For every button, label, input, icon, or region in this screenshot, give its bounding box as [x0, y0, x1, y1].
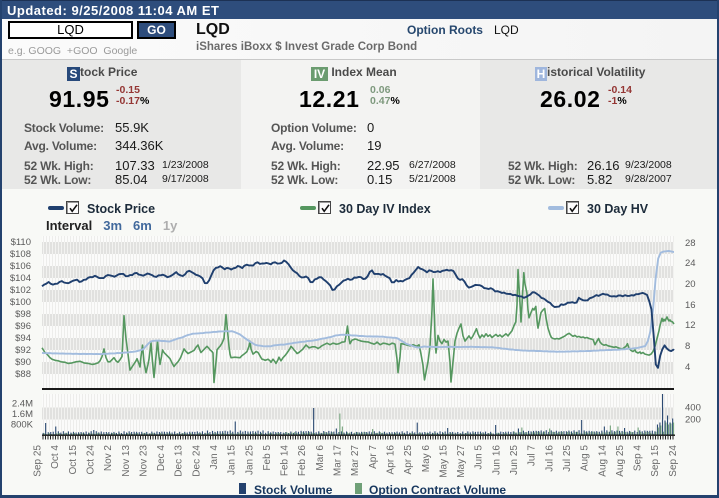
svg-text:2.4M: 2.4M	[12, 399, 33, 410]
svg-text:24: 24	[685, 258, 696, 269]
svg-text:$90: $90	[15, 357, 31, 368]
svg-text:$102: $102	[10, 285, 31, 296]
svg-text:Nov 13: Nov 13	[121, 445, 132, 477]
svg-text:12: 12	[685, 320, 696, 331]
svg-text:$88: $88	[15, 369, 31, 380]
svg-text:Apr 25: Apr 25	[403, 445, 414, 475]
svg-text:Nov 2: Nov 2	[103, 445, 114, 472]
svg-text:4: 4	[685, 362, 690, 373]
svg-text:1.6M: 1.6M	[12, 409, 33, 420]
svg-text:$106: $106	[10, 261, 31, 272]
svg-text:16: 16	[685, 300, 696, 311]
svg-text:$94: $94	[15, 333, 31, 344]
svg-text:Mar 17: Mar 17	[333, 445, 344, 477]
svg-text:Aug 25: Aug 25	[615, 445, 626, 477]
svg-text:Jan 15: Jan 15	[227, 445, 238, 475]
svg-text:$100: $100	[10, 297, 31, 308]
svg-text:Jul 16: Jul 16	[544, 445, 555, 472]
svg-text:Apr 16: Apr 16	[386, 445, 397, 475]
svg-text:Feb 5: Feb 5	[262, 445, 273, 471]
svg-text:$108: $108	[10, 249, 31, 260]
svg-text:Sep 4: Sep 4	[633, 445, 644, 472]
svg-text:Dec 24: Dec 24	[191, 445, 202, 477]
svg-text:Oct 15: Oct 15	[68, 445, 79, 475]
svg-text:Sep 15: Sep 15	[650, 445, 661, 477]
svg-text:200: 200	[685, 415, 701, 426]
svg-text:Dec 13: Dec 13	[174, 445, 185, 477]
svg-text:$96: $96	[15, 321, 31, 332]
svg-text:Dec 4: Dec 4	[156, 445, 167, 472]
svg-text:Jun 5: Jun 5	[474, 445, 485, 470]
svg-text:800K: 800K	[11, 420, 34, 431]
svg-text:8: 8	[685, 341, 690, 352]
svg-text:Jan 25: Jan 25	[244, 445, 255, 475]
svg-text:Jul 25: Jul 25	[562, 445, 573, 472]
svg-text:Nov 23: Nov 23	[138, 445, 149, 477]
svg-text:Aug 5: Aug 5	[580, 445, 591, 472]
svg-text:28: 28	[685, 238, 696, 249]
svg-text:May 6: May 6	[421, 445, 432, 473]
svg-text:Jul 7: Jul 7	[527, 445, 538, 467]
svg-text:Sep 25: Sep 25	[33, 445, 44, 477]
svg-text:Mar 6: Mar 6	[315, 445, 326, 471]
svg-text:Apr 7: Apr 7	[368, 445, 379, 469]
svg-text:Feb 14: Feb 14	[280, 445, 291, 477]
svg-text:$110: $110	[11, 237, 31, 248]
svg-text:Sep 24: Sep 24	[668, 445, 679, 477]
svg-text:May 15: May 15	[438, 445, 449, 478]
svg-text:$92: $92	[15, 345, 31, 356]
svg-text:$98: $98	[15, 309, 31, 320]
svg-text:Feb 26: Feb 26	[297, 445, 308, 477]
svg-text:Oct 4: Oct 4	[50, 445, 61, 469]
svg-text:Jan 4: Jan 4	[209, 445, 220, 470]
svg-text:May 27: May 27	[456, 445, 467, 478]
svg-text:$104: $104	[10, 273, 31, 284]
svg-text:Jun 25: Jun 25	[509, 445, 520, 475]
svg-text:400: 400	[685, 403, 701, 414]
svg-text:Mar 27: Mar 27	[350, 445, 361, 477]
svg-text:Aug 14: Aug 14	[597, 445, 608, 477]
svg-text:20: 20	[685, 279, 696, 290]
svg-text:Jun 16: Jun 16	[491, 445, 502, 475]
svg-text:Oct 24: Oct 24	[85, 445, 96, 475]
